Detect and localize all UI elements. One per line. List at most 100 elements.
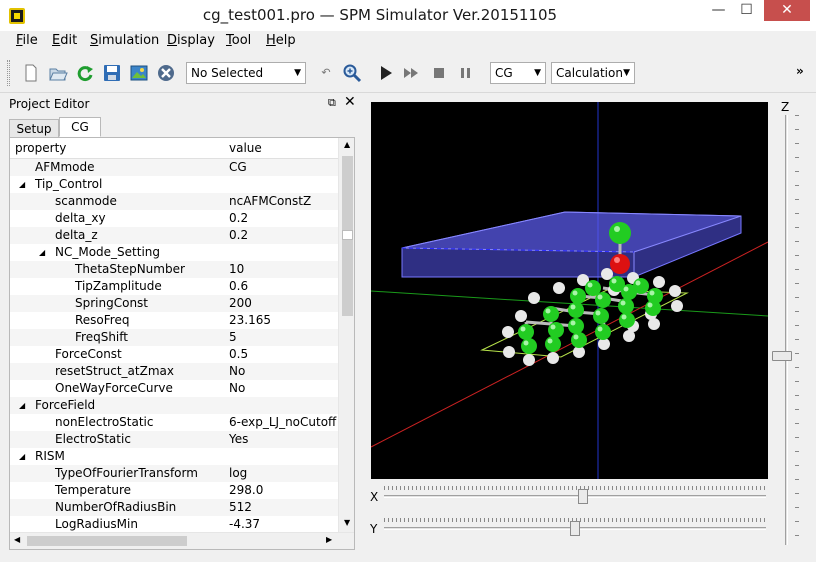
property-value[interactable]: 0.2 [229, 227, 339, 244]
property-value[interactable]: 512 [229, 499, 339, 516]
property-row[interactable]: ◢ Tip_Control [10, 176, 338, 193]
float-panel-button[interactable]: ⧉ [328, 96, 336, 110]
property-value[interactable]: 10 [229, 261, 339, 278]
property-value[interactable]: 0.2 [229, 210, 339, 227]
horizontal-scrollbar[interactable]: ◀ ▶ [10, 532, 354, 549]
property-row[interactable]: ◢ ForceField [10, 397, 338, 414]
reload-icon[interactable] [75, 63, 95, 83]
expand-toggle-icon[interactable]: ◢ [19, 176, 25, 193]
menu-help[interactable]: Help [266, 33, 296, 48]
property-row[interactable]: SpringConst 200 [10, 295, 338, 312]
expand-toggle-icon[interactable]: ◢ [19, 397, 25, 414]
y-slider-thumb[interactable] [570, 521, 580, 536]
pause-icon[interactable] [456, 63, 476, 83]
menu-simulation[interactable]: Simulation [90, 33, 159, 48]
minimize-button[interactable]: — [705, 0, 732, 21]
export-image-icon[interactable] [129, 63, 149, 83]
menu-tool[interactable]: Tool [226, 33, 251, 48]
menu-file[interactable]: File [16, 33, 38, 48]
cancel-icon[interactable] [156, 63, 176, 83]
slider-tick [600, 486, 601, 490]
property-value[interactable]: 6-exp_LJ_noCutoff [229, 414, 339, 431]
slider-tick [412, 518, 413, 522]
property-row[interactable]: TypeOfFourierTransform log [10, 465, 338, 482]
property-row[interactable]: LogRadiusMin -4.37 [10, 516, 338, 533]
close-panel-button[interactable]: ✕ [344, 94, 356, 110]
tab-cg[interactable]: CG [59, 117, 101, 137]
save-icon[interactable] [102, 63, 122, 83]
3d-viewport[interactable] [371, 102, 768, 479]
scroll-down-icon[interactable]: ▼ [344, 518, 350, 527]
scroll-left-icon[interactable]: ◀ [14, 535, 20, 544]
property-value[interactable]: log [229, 465, 339, 482]
y-slider[interactable] [384, 518, 766, 538]
play-icon[interactable] [376, 63, 396, 83]
property-value[interactable]: 23.165 [229, 312, 339, 329]
property-row[interactable]: resetStruct_atZmax No [10, 363, 338, 380]
property-row[interactable]: ForceConst 0.5 [10, 346, 338, 363]
maximize-button[interactable]: ☐ [733, 0, 760, 21]
column-header-property[interactable]: property [15, 141, 66, 155]
mode-combo[interactable]: CG ▼ [490, 62, 546, 84]
slider-tick [704, 518, 705, 522]
property-value[interactable]: 200 [229, 295, 339, 312]
property-row[interactable]: ResoFreq 23.165 [10, 312, 338, 329]
undo-icon[interactable]: ↶ [316, 63, 336, 83]
property-row[interactable]: delta_z 0.2 [10, 227, 338, 244]
toolbar-grip[interactable] [7, 60, 10, 86]
horizontal-scroll-thumb[interactable] [27, 536, 187, 546]
property-value[interactable]: 5 [229, 329, 339, 346]
scroll-up-icon[interactable]: ▲ [344, 140, 350, 149]
property-value[interactable]: -4.37 [229, 516, 339, 533]
slider-tick [640, 518, 641, 522]
tab-setup[interactable]: Setup [9, 119, 59, 137]
property-value[interactable]: 0.6 [229, 278, 339, 295]
property-row[interactable]: AFMmode CG [10, 159, 338, 176]
scroll-right-icon[interactable]: ▶ [326, 535, 332, 544]
property-row[interactable]: ThetaStepNumber 10 [10, 261, 338, 278]
property-row[interactable]: OneWayForceCurve No [10, 380, 338, 397]
carbon-atom [571, 332, 587, 348]
property-row[interactable]: FreqShift 5 [10, 329, 338, 346]
title-bar: cg_test001.pro — SPM Simulator Ver.20151… [0, 0, 816, 31]
property-row[interactable]: scanmode ncAFMConstZ [10, 193, 338, 210]
slider-tick [732, 518, 733, 522]
slider-tick [688, 518, 689, 522]
menu-edit[interactable]: Edit [52, 33, 77, 48]
fast-forward-icon[interactable] [402, 63, 422, 83]
expand-toggle-icon[interactable]: ◢ [19, 448, 25, 465]
action-combo[interactable]: Calculation ▼ [551, 62, 635, 84]
property-value[interactable]: No [229, 380, 339, 397]
stop-icon[interactable] [429, 63, 449, 83]
property-row[interactable]: nonElectroStatic 6-exp_LJ_noCutoff [10, 414, 338, 431]
property-row[interactable]: Temperature 298.0 [10, 482, 338, 499]
column-header-value[interactable]: value [229, 141, 262, 155]
property-value[interactable]: Yes [229, 431, 339, 448]
property-row[interactable]: NumberOfRadiusBin 512 [10, 499, 338, 516]
z-slider[interactable] [772, 115, 802, 545]
new-file-icon[interactable] [21, 63, 41, 83]
zoom-icon[interactable] [342, 63, 362, 83]
close-button[interactable]: ✕ [764, 0, 810, 21]
toolbar-overflow-button[interactable]: » [796, 64, 804, 78]
scene-render [371, 102, 768, 479]
property-row[interactable]: ◢ NC_Mode_Setting [10, 244, 338, 261]
property-value[interactable]: ncAFMConstZ [229, 193, 339, 210]
property-row[interactable]: ElectroStatic Yes [10, 431, 338, 448]
property-value[interactable]: 298.0 [229, 482, 339, 499]
property-row[interactable]: delta_xy 0.2 [10, 210, 338, 227]
vertical-scrollbar[interactable]: ▲ ▼ [338, 138, 354, 532]
selection-combo[interactable]: No Selected ▼ [186, 62, 306, 84]
expand-toggle-icon[interactable]: ◢ [39, 244, 45, 261]
property-row[interactable]: ◢ RISM [10, 448, 338, 465]
property-value[interactable]: 0.5 [229, 346, 339, 363]
property-value[interactable]: No [229, 363, 339, 380]
x-slider-thumb[interactable] [577, 489, 588, 504]
menu-help-label: elp [275, 33, 296, 48]
property-row[interactable]: TipZamplitude 0.6 [10, 278, 338, 295]
z-slider-thumb[interactable] [772, 350, 792, 361]
x-slider[interactable] [384, 486, 766, 506]
open-folder-icon[interactable] [48, 63, 68, 83]
menu-display[interactable]: Display [167, 33, 215, 48]
property-value[interactable]: CG [229, 159, 339, 176]
